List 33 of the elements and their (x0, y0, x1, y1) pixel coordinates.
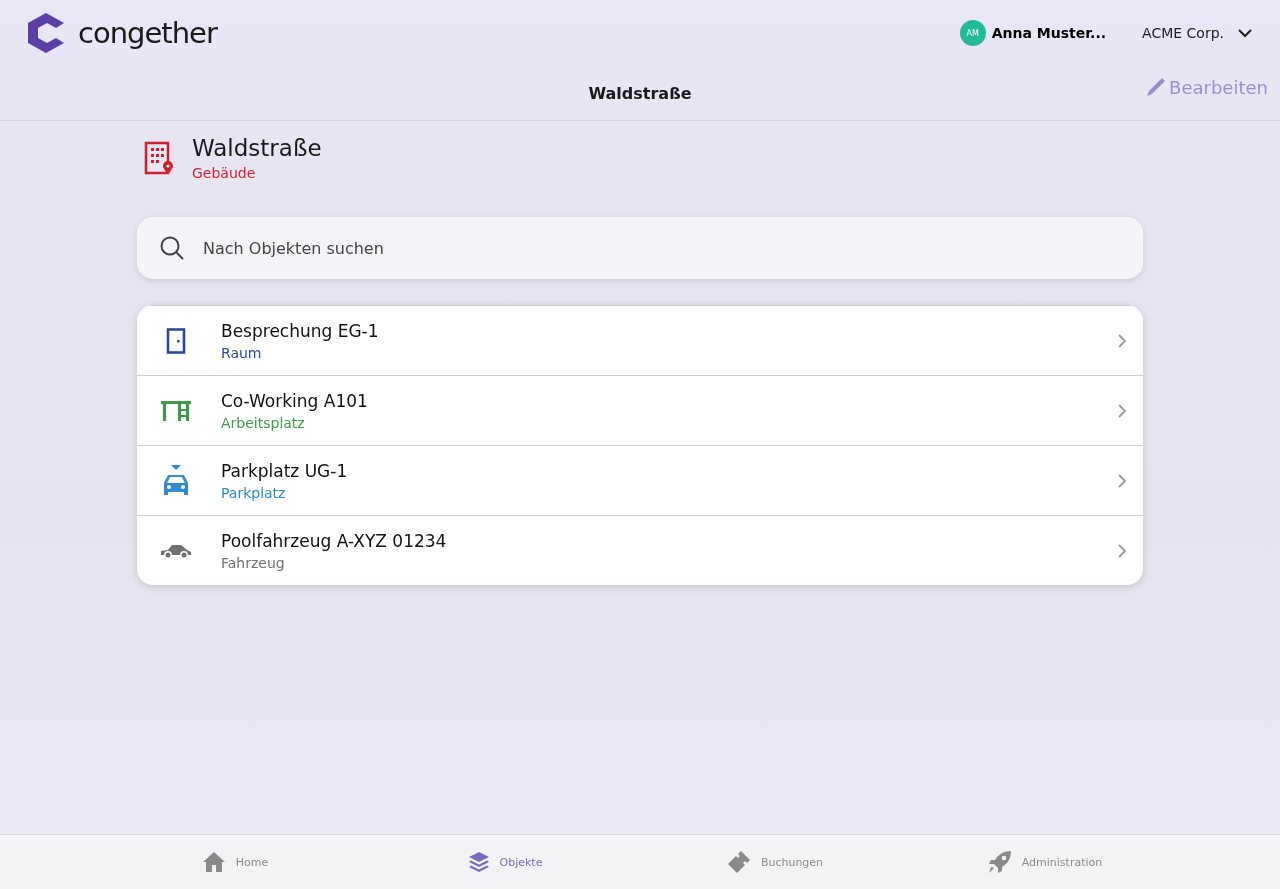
building-icon (144, 141, 174, 175)
ticket-icon (726, 850, 751, 874)
user-name[interactable]: Anna Muster... (991, 25, 1107, 41)
object-name: Besprechung EG-1 (221, 320, 380, 341)
object-type: Arbeitsplatz (221, 414, 306, 431)
object-list-item[interactable]: Besprechung EG-1 Raum (137, 305, 1143, 375)
chevron-down-icon (1238, 28, 1252, 38)
rocket-icon (987, 850, 1012, 874)
organization-dropdown[interactable]: ACME Corp. (1142, 25, 1252, 41)
building-type: Gebäude (192, 165, 257, 181)
building-name: Waldstraße (192, 135, 322, 161)
logo-icon (26, 12, 66, 54)
object-type: Parkplatz (221, 484, 287, 501)
object-name: Parkplatz UG-1 (221, 460, 349, 481)
page-title: Waldstraße (588, 83, 692, 103)
object-list-item[interactable]: Parkplatz UG-1 Parkplatz (137, 445, 1143, 515)
object-list-item[interactable]: Co-Working A101 Arbeitsplatz (137, 375, 1143, 445)
chevron-right-icon (1118, 473, 1127, 488)
object-name: Co-Working A101 (221, 390, 369, 411)
object-name: Poolfahrzeug A-XYZ 01234 (221, 530, 448, 551)
home-icon (201, 851, 226, 873)
chevron-right-icon (1118, 333, 1127, 348)
pencil-icon (1145, 76, 1168, 98)
object-type: Fahrzeug (221, 554, 286, 571)
chevron-right-icon (1118, 403, 1127, 418)
search-field[interactable]: Nach Objekten suchen (137, 217, 1143, 279)
chevron-right-icon (1118, 543, 1127, 558)
object-list-item[interactable]: Poolfahrzeug A-XYZ 01234 Fahrzeug (137, 515, 1143, 585)
logo-text: congether (78, 16, 217, 50)
nav-tab[interactable]: Objekte (370, 835, 640, 889)
layers-icon (467, 851, 490, 873)
object-type: Raum (221, 344, 263, 361)
search-icon (159, 235, 185, 261)
